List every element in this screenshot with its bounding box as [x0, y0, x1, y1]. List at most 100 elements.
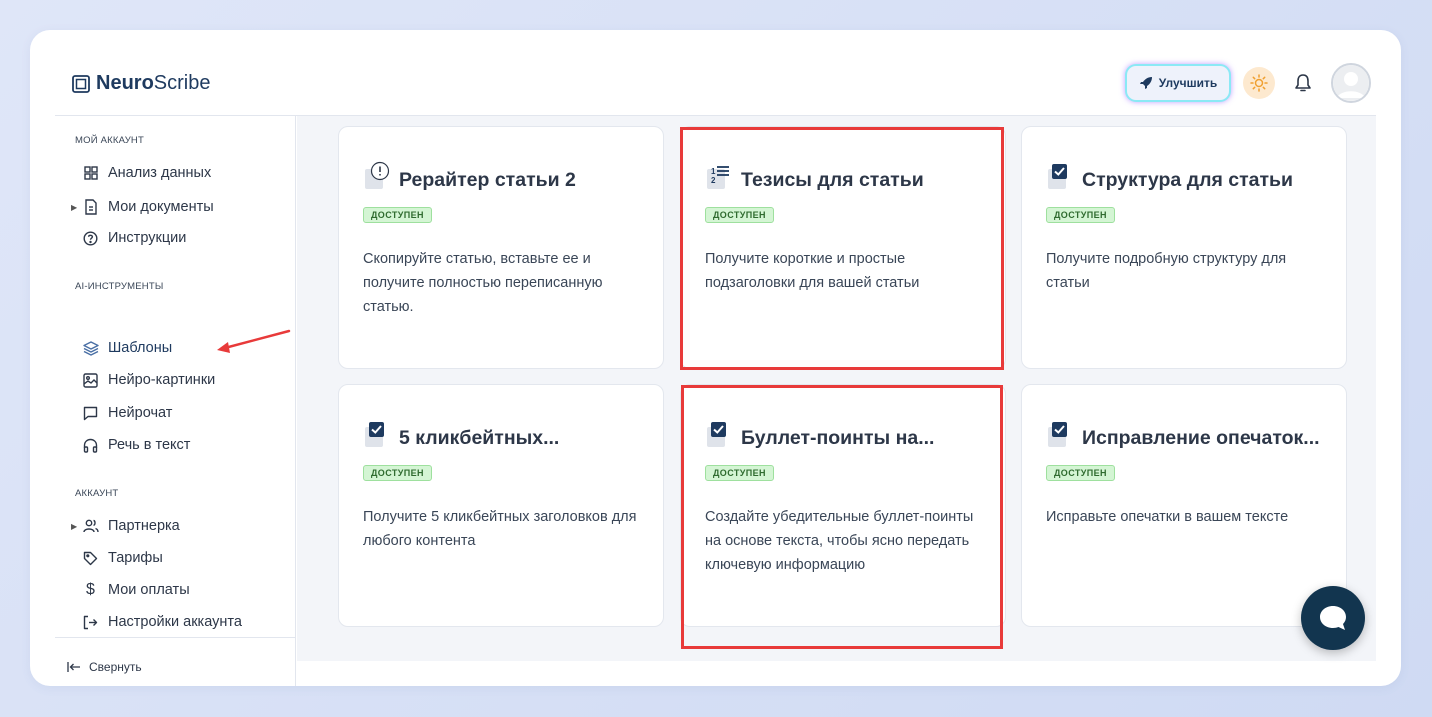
caret-right-icon[interactable]: ▶ [71, 522, 77, 531]
annotation-arrow-icon [217, 329, 291, 353]
notifications-button[interactable] [1291, 71, 1315, 95]
checkbox-icon [1048, 164, 1067, 189]
status-badge: ДОСТУПЕН [363, 465, 432, 481]
document-icon [82, 199, 99, 216]
app-window: Neuro Scribe Улучшить МОЙ АККАУНТ Анализ… [30, 30, 1401, 686]
section-title-ai-tools: AI-ИНСТРУМЕНТЫ [75, 281, 164, 292]
template-card-theses[interactable]: 1 2 Тезисы для статьи ДОСТУПЕН Получите … [680, 126, 1006, 369]
sidebar-divider [55, 637, 296, 638]
caret-right-icon[interactable]: ▶ [71, 203, 77, 212]
template-card-structure[interactable]: Структура для статьи ДОСТУПЕН Получите п… [1021, 126, 1347, 369]
svg-text:2: 2 [711, 176, 716, 185]
template-card-clickbait[interactable]: 5 кликбейтных... ДОСТУПЕН Получите 5 кли… [338, 384, 664, 627]
theme-toggle-button[interactable] [1243, 67, 1275, 99]
layers-icon [82, 340, 99, 357]
section-title-account: АККАУНТ [75, 488, 119, 499]
checkbox-icon [1048, 422, 1067, 447]
sun-icon [1250, 74, 1268, 92]
card-title: Тезисы для статьи [741, 169, 924, 191]
sidebar-item-my-documents[interactable]: ▶ Мои документы [71, 196, 214, 218]
collapse-arrow-icon [67, 662, 80, 672]
status-badge: ДОСТУПЕН [363, 207, 432, 223]
status-badge: ДОСТУПЕН [705, 207, 774, 223]
card-header: 5 кликбейтных... [363, 419, 559, 449]
upgrade-label: Улучшить [1158, 76, 1218, 90]
sidebar-item-label: Мои документы [108, 199, 214, 215]
card-title: Рерайтер статьи 2 [399, 169, 576, 191]
template-card-bullet-points[interactable]: Буллет-поинты на... ДОСТУПЕН Создайте уб… [680, 384, 1006, 627]
card-title: Буллет-поинты на... [741, 427, 935, 449]
card-description: Исправьте опечатки в вашем тексте [1046, 509, 1289, 525]
numbered-list-icon: 1 2 [707, 166, 729, 189]
help-circle-icon [82, 230, 99, 247]
tag-icon [82, 550, 99, 567]
template-card-rewriter[interactable]: Рерайтер статьи 2 ДОСТУПЕН Скопируйте ст… [338, 126, 664, 369]
svg-text:1: 1 [711, 167, 716, 176]
sidebar-item-payments[interactable]: $ Мои оплаты [73, 579, 190, 601]
dollar-icon: $ [86, 581, 95, 598]
sidebar-item-label: Речь в текст [108, 437, 191, 453]
card-description: Создайте убедительные буллет-поинты на о… [705, 509, 974, 573]
card-header: Буллет-поинты на... [705, 419, 934, 449]
top-bar: Neuro Scribe Улучшить [55, 30, 1376, 116]
card-header: Рерайтер статьи 2 [363, 161, 576, 191]
checkbox-icon [707, 422, 726, 447]
sidebar-item-label: Мои оплаты [108, 582, 190, 598]
card-description: Получите короткие и простые подзаголовки… [705, 251, 920, 291]
sidebar-item-tariffs[interactable]: Тарифы [73, 547, 163, 569]
sidebar-item-label: Настройки аккаунта [108, 614, 242, 630]
image-icon [82, 372, 99, 389]
upgrade-button[interactable]: Улучшить [1127, 66, 1229, 100]
logo-bold: Neuro [96, 72, 154, 94]
card-description: Скопируйте статью, вставьте ее и получит… [363, 251, 603, 315]
alert-icon [365, 161, 390, 189]
headphones-icon [82, 437, 99, 454]
sidebar-item-account-settings[interactable]: Настройки аккаунта [73, 611, 242, 633]
sidebar-item-data-analysis[interactable]: Анализ данных [73, 162, 211, 184]
card-description: Получите 5 кликбейтных заголовков для лю… [363, 509, 637, 549]
card-header: 1 2 Тезисы для статьи [705, 161, 924, 191]
avatar[interactable] [1331, 63, 1371, 103]
status-badge: ДОСТУПЕН [705, 465, 774, 481]
sidebar-item-label: Тарифы [108, 550, 163, 566]
sidebar-item-label: Анализ данных [108, 165, 212, 181]
rocket-icon [1139, 77, 1152, 89]
sidebar: МОЙ АККАУНТ Анализ данных ▶ Мои документ… [55, 116, 296, 686]
logout-icon [82, 614, 99, 631]
chat-bubble-icon [1320, 606, 1346, 630]
user-avatar-icon [1333, 65, 1369, 101]
template-card-typo-fix[interactable]: Исправление опечаток... ДОСТУПЕН Исправь… [1021, 384, 1347, 627]
section-title-my-account: МОЙ АККАУНТ [75, 135, 144, 146]
grid-icon [82, 165, 99, 182]
sidebar-item-label: Нейро-картинки [108, 372, 216, 388]
sidebar-item-neuro-images[interactable]: Нейро-картинки [73, 369, 215, 391]
status-badge: ДОСТУПЕН [1046, 207, 1115, 223]
collapse-label: Свернуть [89, 660, 142, 674]
sidebar-item-templates[interactable]: Шаблоны [73, 337, 172, 359]
sidebar-item-instructions[interactable]: Инструкции [73, 227, 186, 249]
card-header: Структура для статьи [1046, 161, 1293, 191]
users-icon [82, 518, 99, 535]
chat-icon [82, 405, 99, 422]
sidebar-item-neurochat[interactable]: Нейрочат [73, 402, 172, 424]
bell-icon [1295, 74, 1311, 92]
collapse-button[interactable]: Свернуть [67, 660, 142, 674]
sidebar-item-label: Шаблоны [108, 340, 173, 356]
card-title: Исправление опечаток... [1082, 427, 1320, 449]
checkbox-icon [365, 422, 384, 447]
sidebar-item-label: Партнерка [108, 518, 180, 534]
sidebar-item-label: Нейрочат [108, 405, 173, 421]
chat-widget-button[interactable] [1301, 586, 1365, 650]
status-badge: ДОСТУПЕН [1046, 465, 1115, 481]
sidebar-item-speech-to-text[interactable]: Речь в текст [73, 434, 190, 456]
card-title: Структура для статьи [1082, 169, 1294, 191]
sidebar-item-label: Инструкции [108, 230, 187, 246]
templates-grid: Рерайтер статьи 2 ДОСТУПЕН Скопируйте ст… [297, 116, 1376, 661]
logo[interactable]: Neuro Scribe [72, 72, 211, 95]
card-title: 5 кликбейтных... [399, 427, 560, 449]
logo-rest: Scribe [153, 72, 211, 94]
logo-icon [72, 74, 90, 93]
card-header: Исправление опечаток... [1046, 419, 1320, 449]
card-description: Получите подробную структуру для статьи [1046, 251, 1287, 291]
sidebar-item-partners[interactable]: ▶ Партнерка [71, 515, 180, 537]
